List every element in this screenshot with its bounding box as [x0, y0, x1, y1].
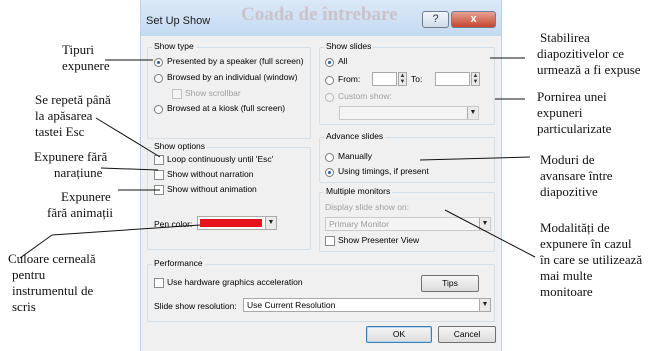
annotation-anim: Expunere fără animații — [47, 189, 114, 220]
annotation-tipuri: Tipuri expunere — [62, 42, 110, 73]
annotation-culoare: Culoare cerneală pentru instrumentul de … — [8, 251, 96, 314]
annotation-stabilirea: Stabilirea diapozitivelor ce urmează a f… — [537, 30, 641, 77]
annotation-pornirea: Pornirea unei expuneri particularizate — [537, 89, 612, 136]
annotation-repeta: Se repetă până la apăsarea tastei Esc — [35, 92, 111, 139]
annotation-moduri: Moduri de avansare între diapozitive — [540, 152, 613, 199]
annotation-narat: Expunere fără narațiune — [34, 149, 108, 180]
annotation-modalitati: Modalități de expunere în cazul în care … — [540, 220, 643, 299]
